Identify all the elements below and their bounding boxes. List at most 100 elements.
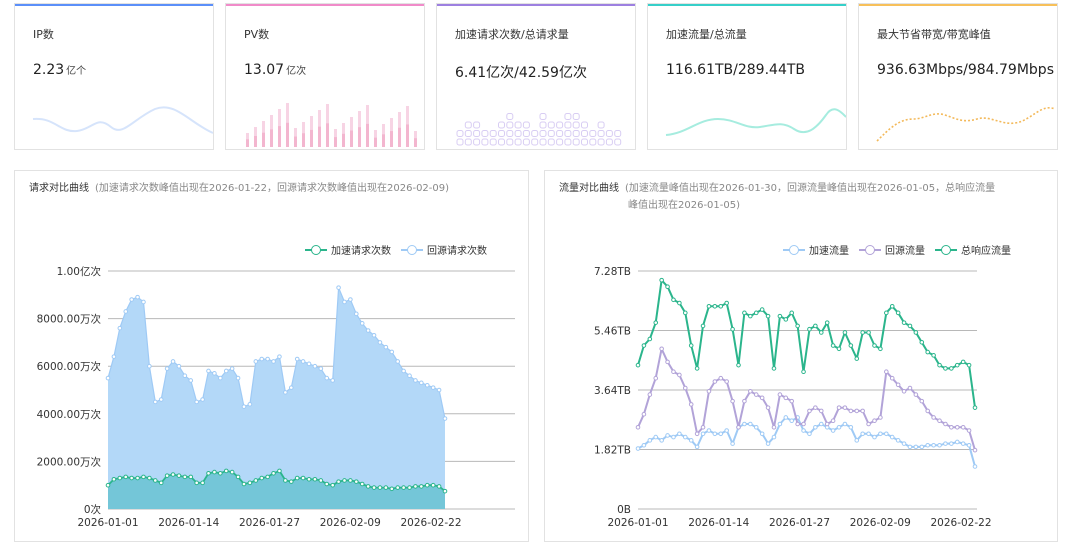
data-point (706, 428, 712, 433)
card-accent-bar (226, 4, 424, 6)
requests-spark-dot (506, 121, 514, 129)
data-point (158, 397, 164, 402)
data-point (836, 424, 842, 430)
data-point (694, 431, 700, 437)
data-point (712, 304, 718, 309)
pv-spark-bar (414, 138, 417, 147)
data-point (972, 405, 978, 410)
data-point (801, 369, 806, 374)
requests-spark-dot (522, 138, 530, 146)
data-point (789, 310, 795, 316)
data-point (135, 475, 140, 481)
requests-spark-dot (572, 113, 580, 120)
data-point (818, 330, 824, 335)
data-point (801, 421, 806, 427)
data-point (771, 366, 777, 371)
data-point (895, 310, 901, 316)
data-point (389, 486, 395, 492)
data-point (878, 346, 883, 352)
data-point (872, 418, 877, 424)
pv-spark-bar (342, 133, 345, 147)
data-point (235, 375, 241, 381)
data-point (901, 389, 907, 394)
data-point (688, 402, 694, 407)
requests-spark-dot (556, 138, 564, 146)
requests-spark-dot (506, 130, 514, 137)
traffic-chart: 0B 1.82TB 3.64TB 5.46TB 7.28TB 2026-01-01 2026… (594, 266, 992, 529)
data-point (377, 485, 383, 490)
data-point (665, 284, 670, 289)
x-tick-label: 2026-02-22 (930, 517, 991, 529)
data-point (641, 411, 647, 417)
card-accent-bar (437, 4, 635, 6)
requests-spark-dot (539, 130, 547, 137)
data-point (300, 475, 306, 481)
requests-spark-dot (473, 121, 481, 129)
data-point (777, 313, 783, 319)
data-point (730, 441, 735, 446)
data-point (188, 474, 194, 480)
data-point (860, 330, 865, 335)
data-point (147, 363, 152, 369)
requests-chart-panel: 请求对比曲线 (加速请求次数峰值出现在2026-01-22，回源请求次数峰值出现在… (14, 170, 529, 542)
data-point (913, 330, 919, 335)
data-point (907, 323, 913, 329)
pv-spark-bar (382, 134, 385, 147)
series-line (637, 347, 976, 451)
y-tick-label: 1.82TB (594, 445, 631, 457)
requests-spark-dot (498, 138, 505, 146)
data-point (759, 431, 765, 437)
data-point (294, 475, 300, 481)
requests-chart: 0次 2000.00万次 4000.00万次 6000.00万次 8000.00万次 1.… (37, 265, 515, 529)
data-point (677, 372, 682, 378)
data-point (152, 478, 158, 483)
data-point (218, 375, 223, 381)
stat-value: 116.61TB/289.44TB (666, 62, 806, 78)
requests-spark-dot (564, 113, 572, 120)
data-point (724, 428, 729, 433)
data-point (653, 434, 659, 440)
data-point (824, 421, 830, 427)
data-point (736, 362, 741, 368)
x-tick-label: 2026-01-27 (239, 517, 300, 529)
data-point (700, 424, 706, 430)
data-point (753, 310, 759, 316)
data-point (682, 310, 688, 316)
stat-label: 最大节省带宽/带宽峰值 (877, 28, 991, 41)
pv-spark-bar (278, 126, 281, 147)
x-tick-label: 2026-01-01 (607, 517, 668, 529)
requests-spark-dot (456, 138, 464, 146)
data-point (931, 442, 936, 448)
requests-spark-dot (498, 130, 505, 137)
data-point (152, 399, 158, 405)
data-point (972, 447, 978, 453)
y-tick-label: 0B (617, 504, 631, 516)
data-point (937, 418, 942, 424)
requests-dot-sparkline (456, 113, 622, 146)
data-point (777, 421, 783, 427)
data-point (759, 395, 765, 401)
data-point (117, 475, 123, 481)
y-tick-label: 6000.00万次 (37, 360, 102, 373)
data-point (401, 368, 406, 374)
data-point (801, 428, 806, 433)
data-point (919, 398, 925, 404)
data-point (700, 431, 706, 437)
data-point (135, 294, 140, 300)
pv-spark-bar (310, 129, 313, 147)
requests-spark-dot (581, 138, 588, 146)
data-point (176, 363, 182, 369)
requests-spark-dot (556, 121, 564, 129)
requests-spark-dot (589, 130, 597, 137)
data-point (830, 428, 836, 433)
data-point (842, 330, 848, 335)
requests-spark-dot (572, 130, 580, 137)
data-point (866, 330, 871, 335)
pv-spark-bar (246, 139, 249, 147)
requests-spark-dot (564, 130, 572, 137)
data-point (188, 378, 194, 383)
data-point (907, 444, 913, 450)
data-point (878, 415, 883, 420)
data-point (647, 438, 653, 443)
data-point (765, 313, 771, 319)
